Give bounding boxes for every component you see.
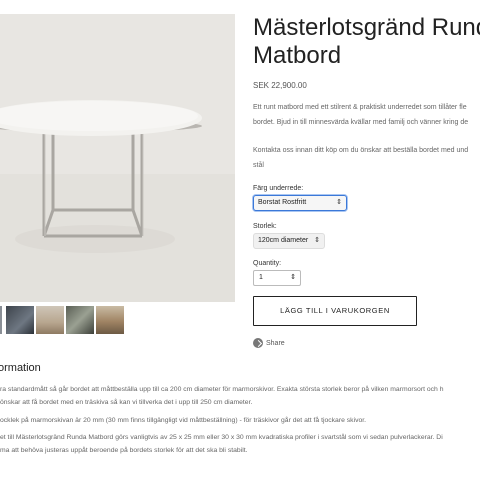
size-label: Storlek: [253, 223, 277, 230]
product-price: SEK 22,900.00 [253, 81, 307, 90]
thumbnail-2[interactable] [6, 306, 34, 334]
info-paragraph: ra standardmått så går bordet att måttbe… [0, 386, 444, 393]
size-select-value: 120cm diameter [258, 237, 309, 244]
info-paragraph: önskar att få bordet med en träskiva så … [0, 399, 253, 406]
quantity-value: 1 [259, 274, 263, 281]
thumbnail-4[interactable] [66, 306, 94, 334]
product-main-image[interactable] [0, 14, 235, 302]
info-paragraph: ocklek på marmorskivan är 20 mm (30 mm f… [0, 417, 367, 424]
description-line: Ett runt matbord med ett stilrent & prak… [253, 104, 467, 111]
color-select[interactable]: Borstat Rostfritt ⇕ [253, 195, 347, 211]
quantity-label: Quantity: [253, 260, 282, 267]
product-title: Mästerlotsgränd Rund Matbord [253, 14, 480, 70]
share-label: Share [266, 339, 285, 347]
add-to-cart-button[interactable]: LÄGG TILL I VARUKORGEN [253, 296, 417, 326]
info-paragraph: ma att behöva justeras uppåt beroende på… [0, 447, 248, 454]
product-title-line1: Mästerlotsgränd Rund [253, 14, 480, 41]
color-label: Färg underrede: [253, 185, 304, 192]
product-description: Ett runt matbord med ett stilrent & prak… [253, 100, 480, 130]
description-line: bordet. Bjud in till minnesvärda kvällar… [253, 119, 469, 126]
chevron-updown-icon: ⇕ [290, 274, 296, 281]
contact-line: Kontakta oss innan ditt köp om du önskar… [253, 147, 469, 154]
thumbnail-1[interactable] [0, 306, 2, 334]
chevron-updown-icon: ⇕ [314, 237, 320, 244]
thumbnail-3[interactable] [36, 306, 64, 334]
quantity-stepper[interactable]: 1 ⇕ [253, 270, 301, 286]
product-title-line2: Matbord [253, 42, 342, 69]
information-heading: ormation [0, 362, 41, 374]
share-button[interactable]: Share [253, 338, 285, 348]
contact-note: Kontakta oss innan ditt köp om du önskar… [253, 143, 480, 173]
color-select-value: Borstat Rostfritt [258, 199, 307, 206]
size-select[interactable]: 120cm diameter ⇕ [253, 233, 325, 249]
thumbnail-5[interactable] [96, 306, 124, 334]
table-photo [0, 14, 235, 302]
chevron-updown-icon: ⇕ [336, 199, 342, 206]
info-paragraph: et till Mästerlotsgränd Runda Matbord gö… [0, 434, 443, 441]
share-icon [253, 338, 263, 348]
contact-line: stål [253, 162, 264, 169]
